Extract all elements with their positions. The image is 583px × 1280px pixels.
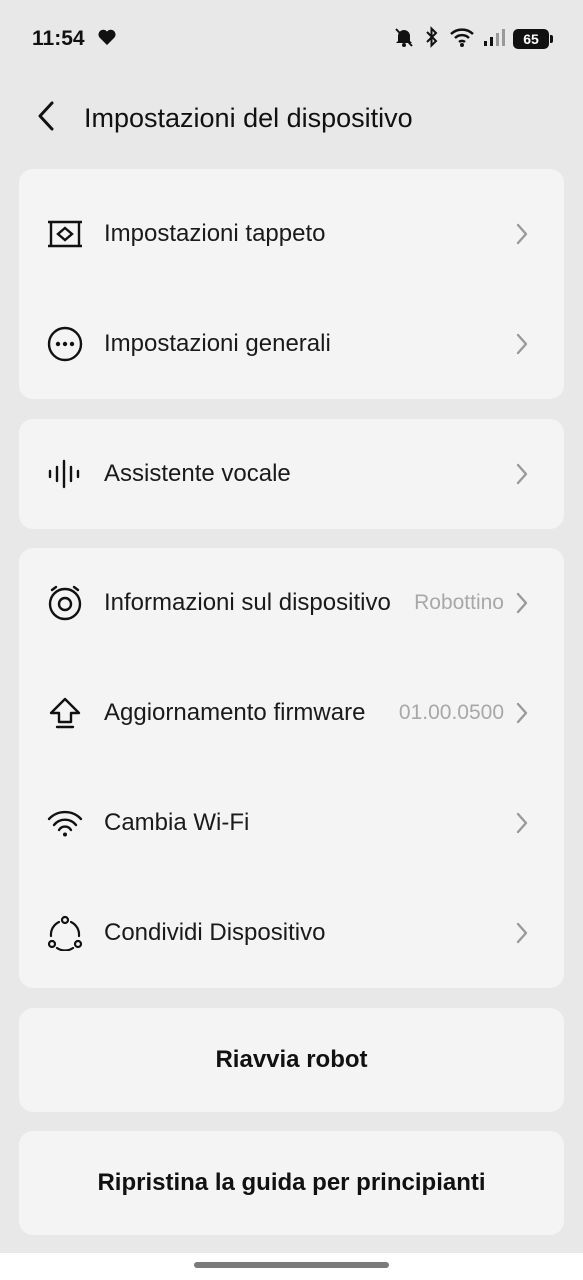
settings-card-1: Impostazioni tappeto Impostazioni genera… bbox=[19, 169, 564, 399]
setting-label: Impostazioni tappeto bbox=[104, 220, 326, 247]
chevron-right-icon bbox=[514, 461, 530, 487]
mute-bell-icon bbox=[393, 26, 415, 53]
back-button[interactable] bbox=[18, 90, 74, 146]
setting-label: Condividi Dispositivo bbox=[104, 919, 326, 946]
setting-change-wifi[interactable]: Cambia Wi-Fi bbox=[19, 768, 564, 878]
reset-guide-button[interactable]: Ripristina la guida per principianti bbox=[19, 1131, 564, 1235]
wifi-icon bbox=[47, 805, 83, 841]
cell-signal-icon bbox=[483, 27, 505, 52]
setting-label: Informazioni sul dispositivo bbox=[104, 589, 391, 616]
status-time: 11:54 bbox=[32, 27, 85, 50]
bluetooth-icon bbox=[423, 25, 441, 53]
device-name-value: Robottino bbox=[414, 591, 504, 614]
settings-card-2: Assistente vocale bbox=[19, 419, 564, 529]
chevron-right-icon bbox=[514, 331, 530, 357]
upload-arrow-icon bbox=[47, 695, 83, 731]
setting-voice-assistant[interactable]: Assistente vocale bbox=[19, 419, 564, 529]
home-indicator[interactable] bbox=[194, 1262, 389, 1268]
battery-indicator: 65 bbox=[513, 29, 553, 49]
app-header: Impostazioni del dispositivo bbox=[0, 78, 583, 158]
chevron-right-icon bbox=[514, 810, 530, 836]
chevron-right-icon bbox=[514, 700, 530, 726]
chevron-left-icon bbox=[36, 100, 56, 137]
setting-label: Cambia Wi-Fi bbox=[104, 809, 250, 836]
settings-card-3: Informazioni sul dispositivo Robottino A… bbox=[19, 548, 564, 988]
setting-label: Assistente vocale bbox=[104, 460, 291, 487]
setting-carpet[interactable]: Impostazioni tappeto bbox=[19, 179, 564, 289]
more-circle-icon bbox=[47, 326, 83, 362]
firmware-version-value: 01.00.0500 bbox=[398, 701, 504, 724]
voice-wave-icon bbox=[47, 456, 83, 492]
setting-label: Aggiornamento firmware bbox=[104, 699, 366, 726]
share-icon bbox=[47, 915, 83, 951]
heart-icon bbox=[97, 28, 117, 51]
setting-device-info[interactable]: Informazioni sul dispositivo Robottino bbox=[19, 548, 564, 658]
robot-icon bbox=[47, 585, 83, 621]
restart-robot-button[interactable]: Riavvia robot bbox=[19, 1008, 564, 1112]
carpet-icon bbox=[47, 216, 83, 252]
setting-label: Impostazioni generali bbox=[104, 330, 331, 357]
chevron-right-icon bbox=[514, 590, 530, 616]
status-bar: 11:54 65 bbox=[0, 0, 583, 78]
setting-firmware-update[interactable]: Aggiornamento firmware 01.00.0500 bbox=[19, 658, 564, 768]
chevron-right-icon bbox=[514, 221, 530, 247]
setting-general[interactable]: Impostazioni generali bbox=[19, 289, 564, 399]
setting-share-device[interactable]: Condividi Dispositivo bbox=[19, 878, 564, 988]
chevron-right-icon bbox=[514, 920, 530, 946]
page-title: Impostazioni del dispositivo bbox=[84, 102, 413, 133]
wifi-signal-icon bbox=[449, 26, 475, 53]
